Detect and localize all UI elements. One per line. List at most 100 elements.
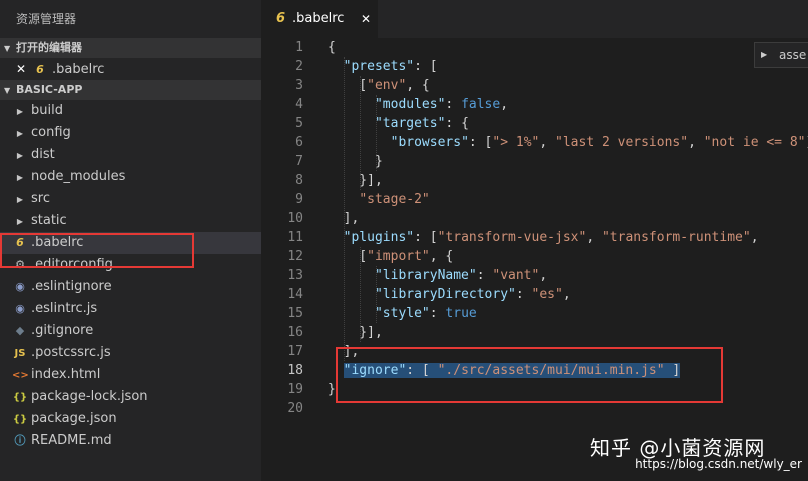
code-token: "presets" bbox=[343, 59, 415, 74]
code-text: "browsers": ["> 1%", "last 2 versions", … bbox=[328, 133, 808, 152]
file-label: README.md bbox=[31, 433, 112, 448]
file-item[interactable]: JS .postcssrc.js bbox=[0, 342, 261, 364]
open-editors-label: 打开的编辑器 bbox=[16, 41, 82, 54]
file-item[interactable]: ⓘ README.md bbox=[0, 430, 261, 452]
eslint-icon: ◉ bbox=[15, 302, 25, 315]
code-text: } bbox=[328, 380, 336, 399]
code-token: : bbox=[429, 306, 446, 321]
code-token: "vant" bbox=[492, 268, 540, 283]
code-token: , bbox=[688, 135, 704, 150]
line-number: 20 bbox=[287, 401, 303, 416]
line-number: 10 bbox=[287, 211, 303, 226]
annotation-box-ignore bbox=[336, 347, 723, 403]
code-text: ["import", { bbox=[328, 247, 453, 266]
code-token: "transform-runtime" bbox=[601, 230, 751, 245]
code-token: , bbox=[539, 135, 556, 150]
code-token: } bbox=[328, 382, 336, 397]
code-token: , bbox=[562, 287, 571, 302]
code-text: "plugins": ["transform-vue-jsx", "transf… bbox=[328, 228, 759, 247]
folder-item[interactable]: ▶ build bbox=[0, 100, 261, 122]
folder-label: static bbox=[31, 213, 67, 228]
javascript-icon: JS bbox=[14, 348, 26, 359]
folder-item[interactable]: ▶ node_modules bbox=[0, 166, 261, 188]
chevron-down-icon: ▼ bbox=[4, 86, 11, 95]
html-icon: <> bbox=[12, 370, 29, 381]
code-token: "transform-vue-jsx" bbox=[437, 230, 587, 245]
open-editor-item[interactable]: ✕ 6 .babelrc bbox=[0, 58, 261, 80]
close-icon[interactable]: ✕ bbox=[361, 0, 371, 38]
indent-guide bbox=[376, 266, 378, 323]
line-number: 11 bbox=[287, 230, 303, 245]
code-token: "> 1%" bbox=[492, 135, 540, 150]
file-item[interactable]: ◉ .eslintrc.js bbox=[0, 298, 261, 320]
code-token: "last 2 versions" bbox=[555, 135, 689, 150]
line-number: 8 bbox=[295, 173, 303, 188]
folder-label: config bbox=[31, 125, 71, 140]
code-text: { bbox=[328, 38, 336, 57]
tab-babelrc[interactable]: 6 .babelrc ✕ bbox=[261, 0, 378, 38]
project-header[interactable]: ▼ BASIC-APP bbox=[0, 80, 261, 100]
code-token: } bbox=[328, 154, 383, 169]
file-label: .postcssrc.js bbox=[31, 345, 111, 360]
git-icon: ◆ bbox=[15, 324, 25, 337]
code-token: "env" bbox=[367, 78, 407, 93]
code-token: : bbox=[476, 268, 493, 283]
chevron-right-icon: ▶ bbox=[16, 217, 24, 226]
code-text: }], bbox=[328, 323, 383, 342]
chevron-right-icon: ▶ bbox=[16, 151, 24, 160]
line-number: 18 bbox=[287, 363, 303, 378]
babel-icon: 6 bbox=[36, 63, 44, 76]
code-token: : [ bbox=[468, 135, 493, 150]
line-number: 17 bbox=[287, 344, 303, 359]
folder-label: src bbox=[31, 191, 50, 206]
indent-guide bbox=[344, 57, 346, 361]
code-token: , bbox=[500, 97, 509, 112]
code-token: : bbox=[445, 97, 462, 112]
folder-item[interactable]: ▶ src bbox=[0, 188, 261, 210]
code-token: "modules" bbox=[374, 97, 446, 112]
file-label: .eslintignore bbox=[31, 279, 112, 294]
folder-item[interactable]: ▶ dist bbox=[0, 144, 261, 166]
file-label: package-lock.json bbox=[31, 389, 148, 404]
line-number: 4 bbox=[295, 97, 303, 112]
open-editors-header[interactable]: ▼ 打开的编辑器 bbox=[0, 38, 261, 58]
file-label: index.html bbox=[31, 367, 101, 382]
file-item[interactable]: {} package-lock.json bbox=[0, 386, 261, 408]
code-token: : bbox=[515, 287, 532, 302]
file-item[interactable]: {} package.json bbox=[0, 408, 261, 430]
eslint-icon: ◉ bbox=[15, 280, 25, 293]
file-item[interactable]: <> index.html bbox=[0, 364, 261, 386]
code-token: }], bbox=[328, 173, 383, 188]
file-item[interactable]: ◉ .eslintignore bbox=[0, 276, 261, 298]
folder-item[interactable]: ▶ static bbox=[0, 210, 261, 232]
line-number: 5 bbox=[295, 116, 303, 131]
code-token: , { bbox=[429, 249, 454, 264]
close-icon[interactable]: ✕ bbox=[16, 58, 32, 80]
file-tree: ▶ build ▶ config ▶ dist ▶ node_modules ▶ src ▶ stat… bbox=[0, 100, 261, 452]
code-token: { bbox=[328, 40, 336, 55]
code-token: "browsers" bbox=[390, 135, 469, 150]
line-number: 14 bbox=[287, 287, 303, 302]
file-label: .gitignore bbox=[31, 323, 94, 338]
code-token: "libraryName" bbox=[374, 268, 477, 283]
folder-label: dist bbox=[31, 147, 55, 162]
annotation-box-babelrc bbox=[0, 233, 194, 268]
chevron-right-icon: ▶ bbox=[16, 195, 24, 204]
folder-item[interactable]: ▶ config bbox=[0, 122, 261, 144]
code-token: "libraryDirectory" bbox=[374, 287, 516, 302]
code-token: : [ bbox=[414, 59, 438, 74]
code-token: false bbox=[461, 97, 501, 112]
code-token: true bbox=[445, 306, 477, 321]
babel-icon: 6 bbox=[276, 11, 286, 26]
watermark-url: https://blog.csdn.net/wly_er bbox=[635, 457, 802, 471]
file-item[interactable]: ◆ .gitignore bbox=[0, 320, 261, 342]
open-editor-label: .babelrc bbox=[52, 62, 105, 77]
code-token: }], bbox=[328, 325, 383, 340]
file-label: .eslintrc.js bbox=[31, 301, 98, 316]
code-editor[interactable]: 1{2 "presets": [3 ["env", {4 "modules": … bbox=[261, 38, 808, 481]
line-number: 19 bbox=[287, 382, 303, 397]
